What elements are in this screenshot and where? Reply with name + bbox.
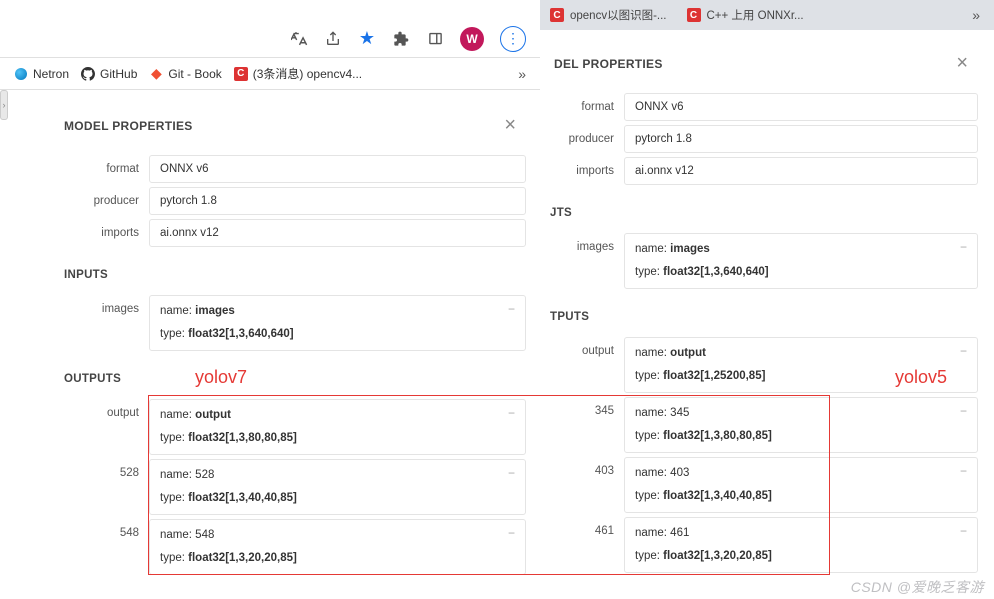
tab-label: C++ 上用 ONNXr... xyxy=(707,7,804,23)
prop-label-imports: imports xyxy=(44,219,149,239)
close-icon[interactable]: × xyxy=(956,52,972,75)
input-label-images: images xyxy=(554,233,624,253)
tab-label: opencv以图识图-... xyxy=(570,7,667,23)
prop-value-imports: ai.onnx v12 xyxy=(624,157,978,185)
collapse-icon[interactable]: − xyxy=(508,406,515,420)
input-label-images: images xyxy=(44,295,149,315)
prop-value-format: ONNX v6 xyxy=(624,93,978,121)
output-value[interactable]: − name: 548 type: float32[1,3,20,20,85] xyxy=(149,519,526,575)
bookmark-opencv[interactable]: C (3条消息) opencv4... xyxy=(234,65,362,82)
browser-tab[interactable]: C C++ 上用 ONNXr... xyxy=(677,0,814,30)
git-icon: ◆ xyxy=(149,67,163,81)
panel-title: MODEL PROPERTIES xyxy=(64,119,193,133)
side-handle[interactable]: › xyxy=(0,90,8,120)
tabs-overflow-icon[interactable]: » xyxy=(958,7,994,23)
prop-value-producer: pytorch 1.8 xyxy=(149,187,526,215)
outputs-heading: OUTPUTS xyxy=(40,355,530,399)
csdn-icon: C xyxy=(234,67,248,81)
panel-title: DEL PROPERTIES xyxy=(554,57,663,71)
bookmark-git-book[interactable]: ◆ Git - Book xyxy=(149,67,221,81)
output-label: 403 xyxy=(554,457,624,477)
browser-toolbar: ★ W ⋮ xyxy=(0,20,540,58)
output-value[interactable]: − name: 345 type: float32[1,3,80,80,85] xyxy=(624,397,978,453)
prop-label-format: format xyxy=(44,155,149,175)
close-icon[interactable]: × xyxy=(504,114,520,137)
collapse-icon[interactable]: − xyxy=(508,526,515,540)
model-properties-panel-right: DEL PROPERTIES × format ONNX v6 producer… xyxy=(540,30,992,577)
collapse-icon[interactable]: − xyxy=(960,464,967,478)
output-label: 345 xyxy=(554,397,624,417)
favicon-c-icon: C xyxy=(550,8,564,22)
translate-icon[interactable] xyxy=(290,30,308,48)
collapse-icon[interactable]: − xyxy=(960,404,967,418)
collapse-icon[interactable]: − xyxy=(508,466,515,480)
browser-tab-strip: C opencv以图识图-... C C++ 上用 ONNXr... » xyxy=(540,0,994,30)
output-label: 548 xyxy=(44,519,149,539)
collapse-icon[interactable]: − xyxy=(960,524,967,538)
bookmarks-overflow-icon[interactable]: » xyxy=(518,66,526,82)
bookmark-label: GitHub xyxy=(100,67,137,81)
prop-value-producer: pytorch 1.8 xyxy=(624,125,978,153)
output-value[interactable]: − name: 461 type: float32[1,3,20,20,85] xyxy=(624,517,978,573)
share-icon[interactable] xyxy=(324,30,342,48)
outputs-heading: TPUTS xyxy=(550,293,982,337)
model-properties-panel-left: MODEL PROPERTIES × format ONNX v6 produc… xyxy=(30,92,540,579)
output-label: output xyxy=(44,399,149,419)
bookmarks-bar: Netron GitHub ◆ Git - Book C (3条消息) open… xyxy=(0,58,540,90)
watermark: CSDN @爱晚乏客游 xyxy=(851,577,984,597)
bookmark-github[interactable]: GitHub xyxy=(81,67,137,81)
side-panel-icon[interactable] xyxy=(426,30,444,48)
prop-label-producer: producer xyxy=(554,125,624,145)
output-label: 528 xyxy=(44,459,149,479)
bookmark-star-icon[interactable]: ★ xyxy=(358,30,376,48)
github-icon xyxy=(81,67,95,81)
bookmark-label: Netron xyxy=(33,67,69,81)
bookmark-label: (3条消息) opencv4... xyxy=(253,65,362,82)
inputs-heading: JTS xyxy=(550,189,982,233)
netron-icon xyxy=(14,67,28,81)
collapse-icon[interactable]: − xyxy=(960,240,967,254)
input-value-images[interactable]: − name: images type: float32[1,3,640,640… xyxy=(624,233,978,289)
output-label: output xyxy=(554,337,624,357)
inputs-heading: INPUTS xyxy=(40,251,530,295)
prop-value-imports: ai.onnx v12 xyxy=(149,219,526,247)
browser-tab[interactable]: C opencv以图识图-... xyxy=(540,0,677,30)
prop-label-imports: imports xyxy=(554,157,624,177)
output-value[interactable]: − name: 528 type: float32[1,3,40,40,85] xyxy=(149,459,526,515)
bookmark-netron[interactable]: Netron xyxy=(14,67,69,81)
prop-value-format: ONNX v6 xyxy=(149,155,526,183)
collapse-icon[interactable]: − xyxy=(508,302,515,316)
output-value[interactable]: − name: output type: float32[1,3,80,80,8… xyxy=(149,399,526,455)
output-label: 461 xyxy=(554,517,624,537)
input-value-images[interactable]: − name: images type: float32[1,3,640,640… xyxy=(149,295,526,351)
favicon-c-icon: C xyxy=(687,8,701,22)
profile-avatar[interactable]: W xyxy=(460,27,484,51)
bookmark-label: Git - Book xyxy=(168,67,221,81)
menu-dots-icon[interactable]: ⋮ xyxy=(500,26,526,52)
prop-label-producer: producer xyxy=(44,187,149,207)
prop-label-format: format xyxy=(554,93,624,113)
output-value[interactable]: − name: output type: float32[1,25200,85] xyxy=(624,337,978,393)
output-value[interactable]: − name: 403 type: float32[1,3,40,40,85] xyxy=(624,457,978,513)
extensions-icon[interactable] xyxy=(392,30,410,48)
collapse-icon[interactable]: − xyxy=(960,344,967,358)
